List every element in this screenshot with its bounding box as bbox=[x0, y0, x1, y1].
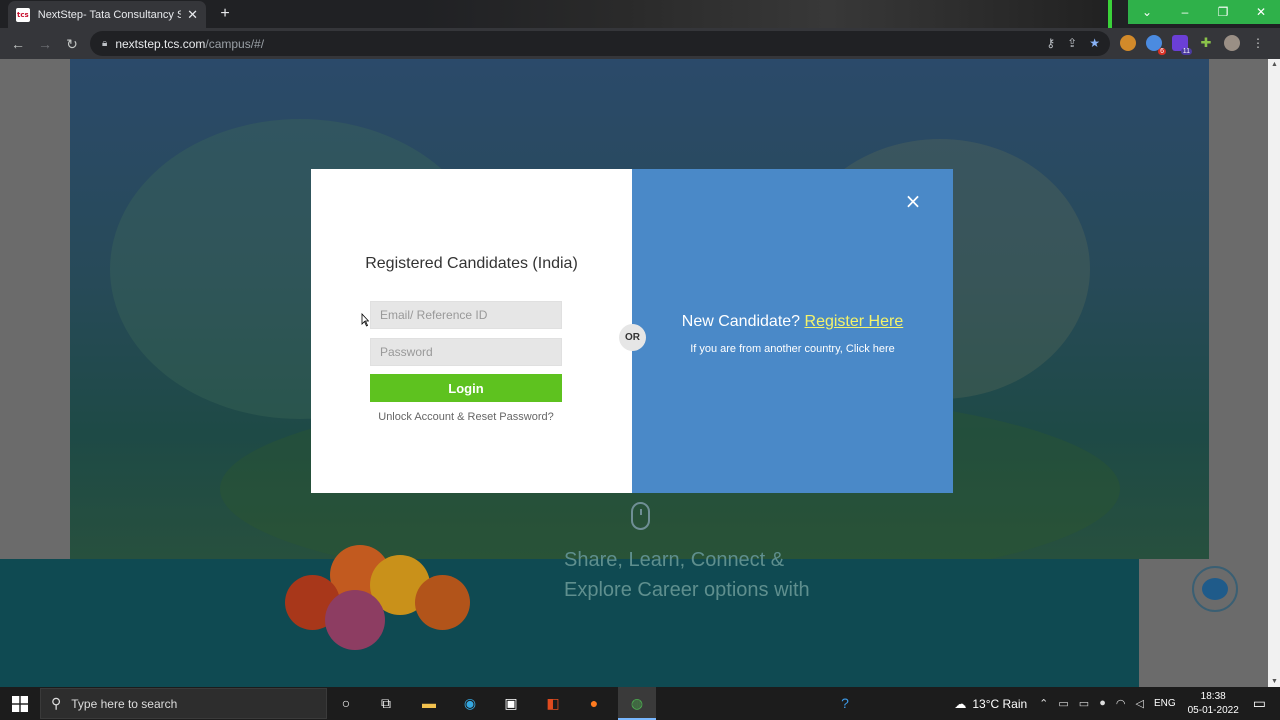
key-icon[interactable]: ⚷ bbox=[1046, 36, 1055, 50]
browser-tab[interactable]: tcs NextStep- Tata Consultancy Serv ✕ bbox=[8, 1, 206, 28]
meet-now-icon[interactable]: ▭ bbox=[1058, 697, 1068, 710]
weather-widget[interactable]: ☁ 13°C Rain bbox=[954, 697, 1027, 711]
taskbar-search-placeholder: Type here to search bbox=[71, 696, 178, 711]
taskbar-search[interactable]: ⚲ Type here to search bbox=[40, 688, 327, 719]
tcs-favicon-icon: tcs bbox=[16, 7, 30, 22]
kebab-menu-icon[interactable]: ⋮ bbox=[1250, 35, 1266, 51]
new-candidate-line: New Candidate? Register Here bbox=[632, 313, 953, 331]
lock-icon: 🔒︎ bbox=[102, 38, 108, 49]
mouse-cursor-icon bbox=[361, 313, 369, 327]
scroll-down-icon[interactable]: ▼ bbox=[1271, 678, 1278, 685]
chatbot-face-icon bbox=[1202, 578, 1228, 600]
windows-taskbar: ⚲ Type here to search ○ ⧉ ▬ ◉ ▣ ◧ ● ◍ ? … bbox=[0, 687, 1280, 720]
bubble bbox=[325, 590, 385, 650]
address-bar[interactable]: 🔒︎ nextstep.tcs.com/campus/#/ ⚷ ⇪ ★ bbox=[90, 31, 1110, 56]
cortana-circle-icon[interactable]: ○ bbox=[336, 693, 356, 713]
reload-icon[interactable]: ↻ bbox=[63, 35, 81, 53]
extension-icons: 6 11 ✚ ⋮ bbox=[1120, 35, 1266, 55]
search-icon: ⚲ bbox=[51, 695, 62, 711]
maximize-icon[interactable]: ❐ bbox=[1204, 0, 1242, 24]
help-icon[interactable]: ? bbox=[835, 693, 855, 713]
chrome-taskbar-button[interactable]: ◍ bbox=[618, 687, 656, 720]
file-explorer-icon[interactable]: ▬ bbox=[419, 693, 439, 713]
profile-avatar[interactable] bbox=[1224, 35, 1240, 51]
other-country-link[interactable]: If you are from another country, Click h… bbox=[632, 343, 953, 355]
microphone-icon[interactable]: ● bbox=[1099, 697, 1106, 710]
firefox-icon[interactable]: ● bbox=[584, 693, 604, 713]
wifi-icon[interactable]: ◠ bbox=[1116, 697, 1126, 710]
purple-extension-icon[interactable]: 11 bbox=[1172, 35, 1192, 55]
new-tab-plus-icon[interactable]: + bbox=[216, 5, 234, 23]
system-tray: ☁ 13°C Rain ⌃ ▭ ▭ ● ◠ ◁ ENG 18:38 05-01-… bbox=[954, 687, 1280, 720]
language-indicator[interactable]: ENG bbox=[1154, 698, 1176, 709]
login-button[interactable]: Login bbox=[370, 374, 562, 402]
clock-time: 18:38 bbox=[1200, 690, 1226, 702]
cookie-extension-icon[interactable] bbox=[1120, 35, 1136, 51]
browser-titlebar: tcs NextStep- Tata Consultancy Serv ✕ + … bbox=[0, 0, 1280, 58]
clock-date: 05-01-2022 bbox=[1187, 704, 1239, 716]
url-host: nextstep.tcs.com bbox=[115, 36, 206, 51]
close-icon[interactable]: ✕ bbox=[1242, 0, 1280, 24]
password-field[interactable] bbox=[370, 338, 562, 366]
share-icon[interactable]: ⇪ bbox=[1067, 36, 1077, 50]
titlebar-background bbox=[420, 0, 1100, 28]
window-controls: ⌄ – ❐ ✕ bbox=[1128, 0, 1280, 24]
url-path: /campus/#/ bbox=[205, 36, 265, 51]
notification-icon[interactable]: ▭ bbox=[1253, 695, 1266, 712]
band-line-2: Explore Career options with bbox=[564, 579, 810, 601]
hero-left-gutter bbox=[0, 59, 70, 559]
login-panel bbox=[311, 169, 632, 493]
bubble bbox=[415, 575, 470, 630]
extension-badge: 6 bbox=[1158, 48, 1166, 55]
chevron-down-icon[interactable]: ⌄ bbox=[1128, 0, 1166, 24]
scroll-up-icon[interactable]: ▲ bbox=[1271, 61, 1278, 68]
email-field[interactable] bbox=[370, 301, 562, 329]
edge-browser-icon[interactable]: ◉ bbox=[460, 693, 480, 713]
taskbar-clock[interactable]: 18:38 05-01-2022 bbox=[1188, 690, 1239, 718]
tab-title: NextStep- Tata Consultancy Serv bbox=[37, 8, 182, 21]
task-view-icon[interactable]: ⧉ bbox=[376, 693, 396, 713]
bookmark-star-icon[interactable]: ★ bbox=[1089, 36, 1100, 50]
page-scrollbar[interactable]: ▲ ▼ bbox=[1268, 59, 1280, 687]
extension-with-badge-icon[interactable]: 6 bbox=[1146, 35, 1166, 55]
hero-right-gutter bbox=[1209, 59, 1268, 559]
tab-close-icon[interactable]: ✕ bbox=[187, 7, 198, 23]
back-arrow-icon[interactable]: ← bbox=[9, 35, 27, 53]
battery-icon[interactable]: ▭ bbox=[1079, 697, 1089, 710]
weather-text: 13°C Rain bbox=[972, 696, 1028, 711]
new-candidate-label: New Candidate? bbox=[681, 313, 801, 330]
puzzle-extensions-icon[interactable]: ✚ bbox=[1198, 35, 1214, 51]
band-line-1: Share, Learn, Connect & bbox=[564, 549, 785, 571]
login-title: Registered Candidates (India) bbox=[365, 255, 578, 272]
register-panel bbox=[632, 169, 953, 493]
career-band-text: Share, Learn, Connect & Explore Career o… bbox=[564, 545, 810, 605]
chevron-up-icon[interactable]: ⌃ bbox=[1039, 697, 1048, 710]
rain-cloud-icon: ☁ bbox=[954, 696, 967, 711]
modal-close-icon[interactable]: × bbox=[903, 189, 923, 213]
register-here-link[interactable]: Register Here bbox=[805, 313, 904, 330]
office-icon[interactable]: ◧ bbox=[543, 693, 563, 713]
minimize-icon[interactable]: – bbox=[1166, 0, 1204, 24]
windows-start-icon[interactable] bbox=[12, 696, 28, 712]
scroll-mouse-icon[interactable] bbox=[631, 502, 650, 530]
extension-badge-2: 11 bbox=[1180, 48, 1192, 55]
chrome-icon: ◍ bbox=[630, 694, 644, 711]
omnibox-actions: ⚷ ⇪ ★ bbox=[1046, 36, 1100, 50]
tray-icons: ⌃ ▭ ▭ ● ◠ ◁ bbox=[1039, 697, 1144, 710]
volume-icon[interactable]: ◁ bbox=[1135, 697, 1143, 710]
forward-arrow-icon[interactable]: → bbox=[36, 35, 54, 53]
microsoft-store-icon[interactable]: ▣ bbox=[501, 693, 521, 713]
chatbot-button[interactable] bbox=[1192, 566, 1238, 612]
social-bubbles-graphic bbox=[285, 545, 475, 650]
unlock-account-link[interactable]: Unlock Account & Reset Password? bbox=[311, 411, 621, 423]
url-text: nextstep.tcs.com/campus/#/ bbox=[115, 37, 264, 51]
browser-toolbar: ← → ↻ 🔒︎ nextstep.tcs.com/campus/#/ ⚷ ⇪ … bbox=[0, 28, 1280, 59]
